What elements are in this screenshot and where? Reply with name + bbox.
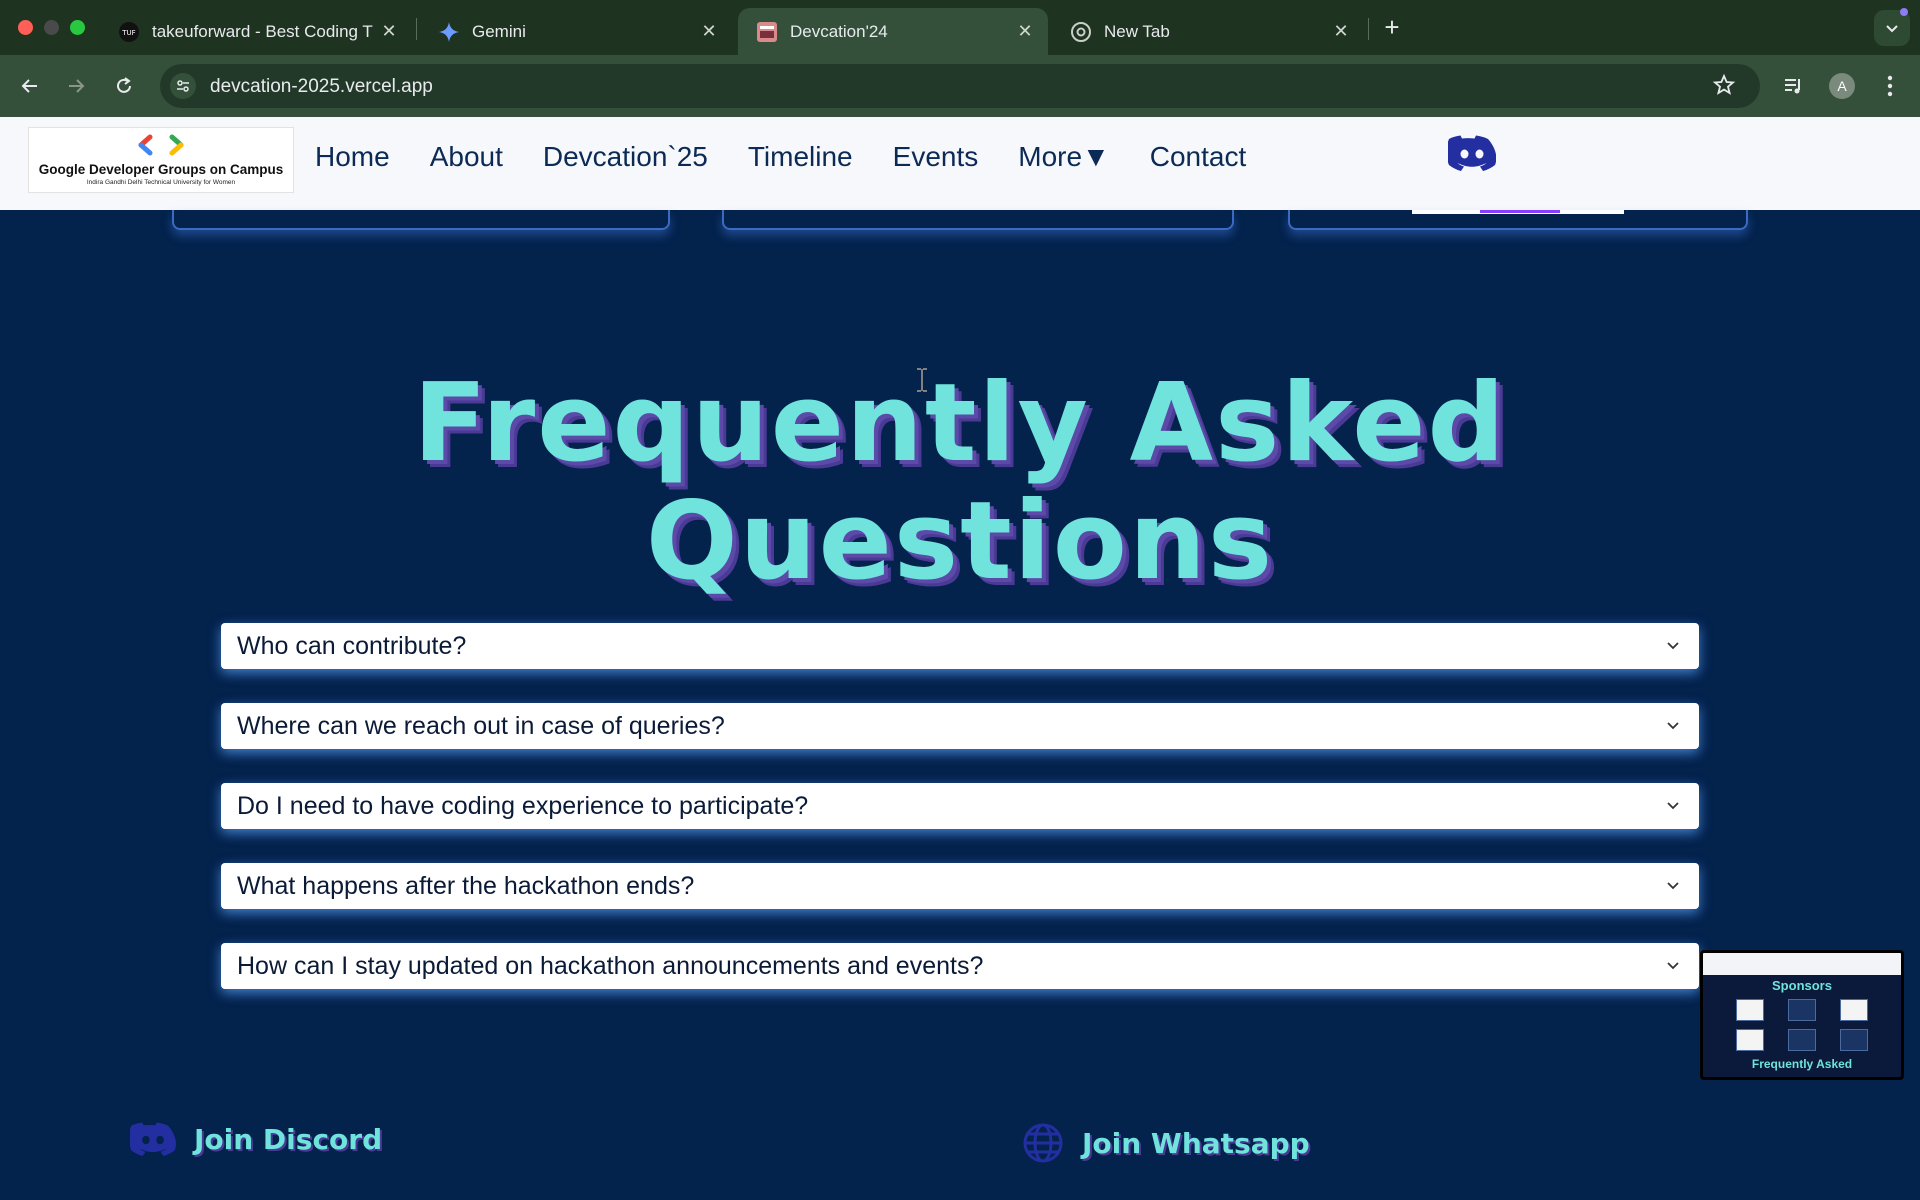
reload-icon [117,77,131,93]
discord-header-icon[interactable] [1446,135,1497,176]
close-tab-icon[interactable]: ✕ [378,21,400,42]
tab-title: takeuforward - Best Coding T [152,21,373,41]
preview-sponsor-logo [1788,999,1816,1021]
nav-timeline[interactable]: Timeline [748,141,853,173]
screenshot-preview-thumbnail[interactable]: Sponsors Frequently Asked [1700,950,1904,1080]
tab-new-tab[interactable]: New Tab ✕ [1052,8,1364,55]
chrome-icon [1070,21,1092,43]
card-bottom-edge [722,210,1234,230]
nav-devcation-25[interactable]: Devcation`25 [543,141,708,173]
tab-separator [416,18,417,40]
faq-item[interactable]: Who can contribute? [221,623,1699,669]
svg-text:TUF: TUF [121,29,135,37]
faq-question: How can I stay updated on hackathon anno… [237,951,984,980]
devcation-icon [756,21,778,43]
tuf-icon: TUF [118,21,140,43]
card-bottom-edge [172,210,670,230]
nav-home[interactable]: Home [315,141,390,173]
tab-takeuforward[interactable]: TUF takeuforward - Best Coding T ✕ [100,8,412,55]
site-header: Google Developer Groups on Campus Indira… [0,117,1920,210]
chevron-down-icon[interactable] [1663,796,1683,816]
minimize-window-button[interactable] [44,20,59,35]
faq-question: Where can we reach out in case of querie… [237,711,725,740]
preview-sponsor-logo [1736,999,1764,1021]
faq-item[interactable]: Where can we reach out in case of querie… [221,703,1699,749]
close-tab-icon[interactable]: ✕ [1014,21,1036,42]
globe-icon [1023,1123,1063,1163]
preview-sponsor-logo [1736,1029,1764,1051]
kebab-menu-icon [1887,75,1893,97]
forward-arrow-icon [69,79,85,93]
tab-devcation[interactable]: Devcation'24 ✕ [738,8,1048,55]
url-text: devcation-2025.vercel.app [210,76,433,97]
tab-title: New Tab [1104,21,1170,41]
preview-sponsor-logo [1840,999,1868,1021]
gdg-logo[interactable]: Google Developer Groups on Campus Indira… [28,127,294,193]
text-cursor-icon [915,368,929,392]
tab-title: Gemini [472,21,526,41]
join-discord-label: Join Discord [194,1122,383,1156]
chevron-down-icon[interactable] [1663,716,1683,736]
faq-heading-line1: Frequently Asked [413,361,1507,486]
gemini-icon [438,21,460,43]
join-discord-link[interactable]: Join Discord [130,1122,382,1156]
forward-button[interactable] [60,70,92,102]
faq-item[interactable]: How can I stay updated on hackathon anno… [221,943,1699,989]
logo-title: Google Developer Groups on Campus [38,162,284,177]
preview-sponsor-logo [1840,1029,1868,1051]
bookmark-star-icon[interactable] [1712,73,1736,102]
preview-footer-text: Frequently Asked [1751,1057,1853,1071]
faq-heading-line2: Questions [645,479,1275,604]
join-whatsapp-label: Join Whatsapp [1082,1126,1310,1160]
reload-button[interactable] [108,70,140,102]
preview-header [1703,953,1901,975]
nav-about[interactable]: About [430,141,503,173]
maximize-window-button[interactable] [70,20,85,35]
gdg-logo-icon [138,134,184,156]
chevron-down-icon[interactable] [1663,956,1683,976]
preview-sponsor-logo [1788,1029,1816,1051]
tab-gemini[interactable]: Gemini ✕ [420,8,732,55]
close-tab-icon[interactable]: ✕ [1330,21,1352,42]
browser-toolbar: devcation-2025.vercel.app A [0,55,1920,117]
tab-separator [1368,18,1369,40]
media-control-button[interactable] [1778,70,1810,102]
close-tab-icon[interactable]: ✕ [698,21,720,42]
tab-title: Devcation'24 [790,21,888,41]
faq-heading: Frequently Asked Questions [360,365,1560,601]
back-button[interactable] [14,70,46,102]
faq-item[interactable]: What happens after the hackathon ends? [221,863,1699,909]
chevron-down-icon[interactable] [1663,876,1683,896]
card-image-accent [1480,210,1560,213]
preview-sponsor-grid [1703,999,1901,1051]
faq-question: What happens after the hackathon ends? [237,871,695,900]
chevron-down-icon [1886,25,1898,33]
logo-subtitle: Indira Gandhi Delhi Technical University… [86,179,236,186]
browser-tab-strip: TUF takeuforward - Best Coding T ✕ Gemin… [0,0,1920,55]
nav-contact[interactable]: Contact [1150,141,1247,173]
nav-more-dropdown[interactable]: More▼ [1018,141,1110,173]
join-whatsapp-link[interactable]: Join Whatsapp [1022,1122,1310,1164]
discord-icon [130,1122,176,1156]
faq-question: Who can contribute? [237,631,467,660]
avatar: A [1829,73,1855,99]
main-nav: Home About Devcation`25 Timeline Events … [315,141,1286,173]
profile-button[interactable]: A [1826,70,1858,102]
back-arrow-icon [21,79,37,93]
chevron-down-icon[interactable] [1663,636,1683,656]
new-tab-button[interactable]: + [1378,12,1406,43]
address-bar[interactable]: devcation-2025.vercel.app [160,64,1760,108]
faq-question: Do I need to have coding experience to p… [237,791,809,820]
preview-heading: Sponsors [1772,978,1832,993]
faq-item[interactable]: Do I need to have coding experience to p… [221,783,1699,829]
notification-dot [1900,8,1908,16]
site-info-icon[interactable] [170,73,196,99]
nav-events[interactable]: Events [893,141,979,173]
browser-menu-button[interactable] [1874,70,1906,102]
playlist-icon [1785,79,1800,94]
close-window-button[interactable] [18,20,33,35]
